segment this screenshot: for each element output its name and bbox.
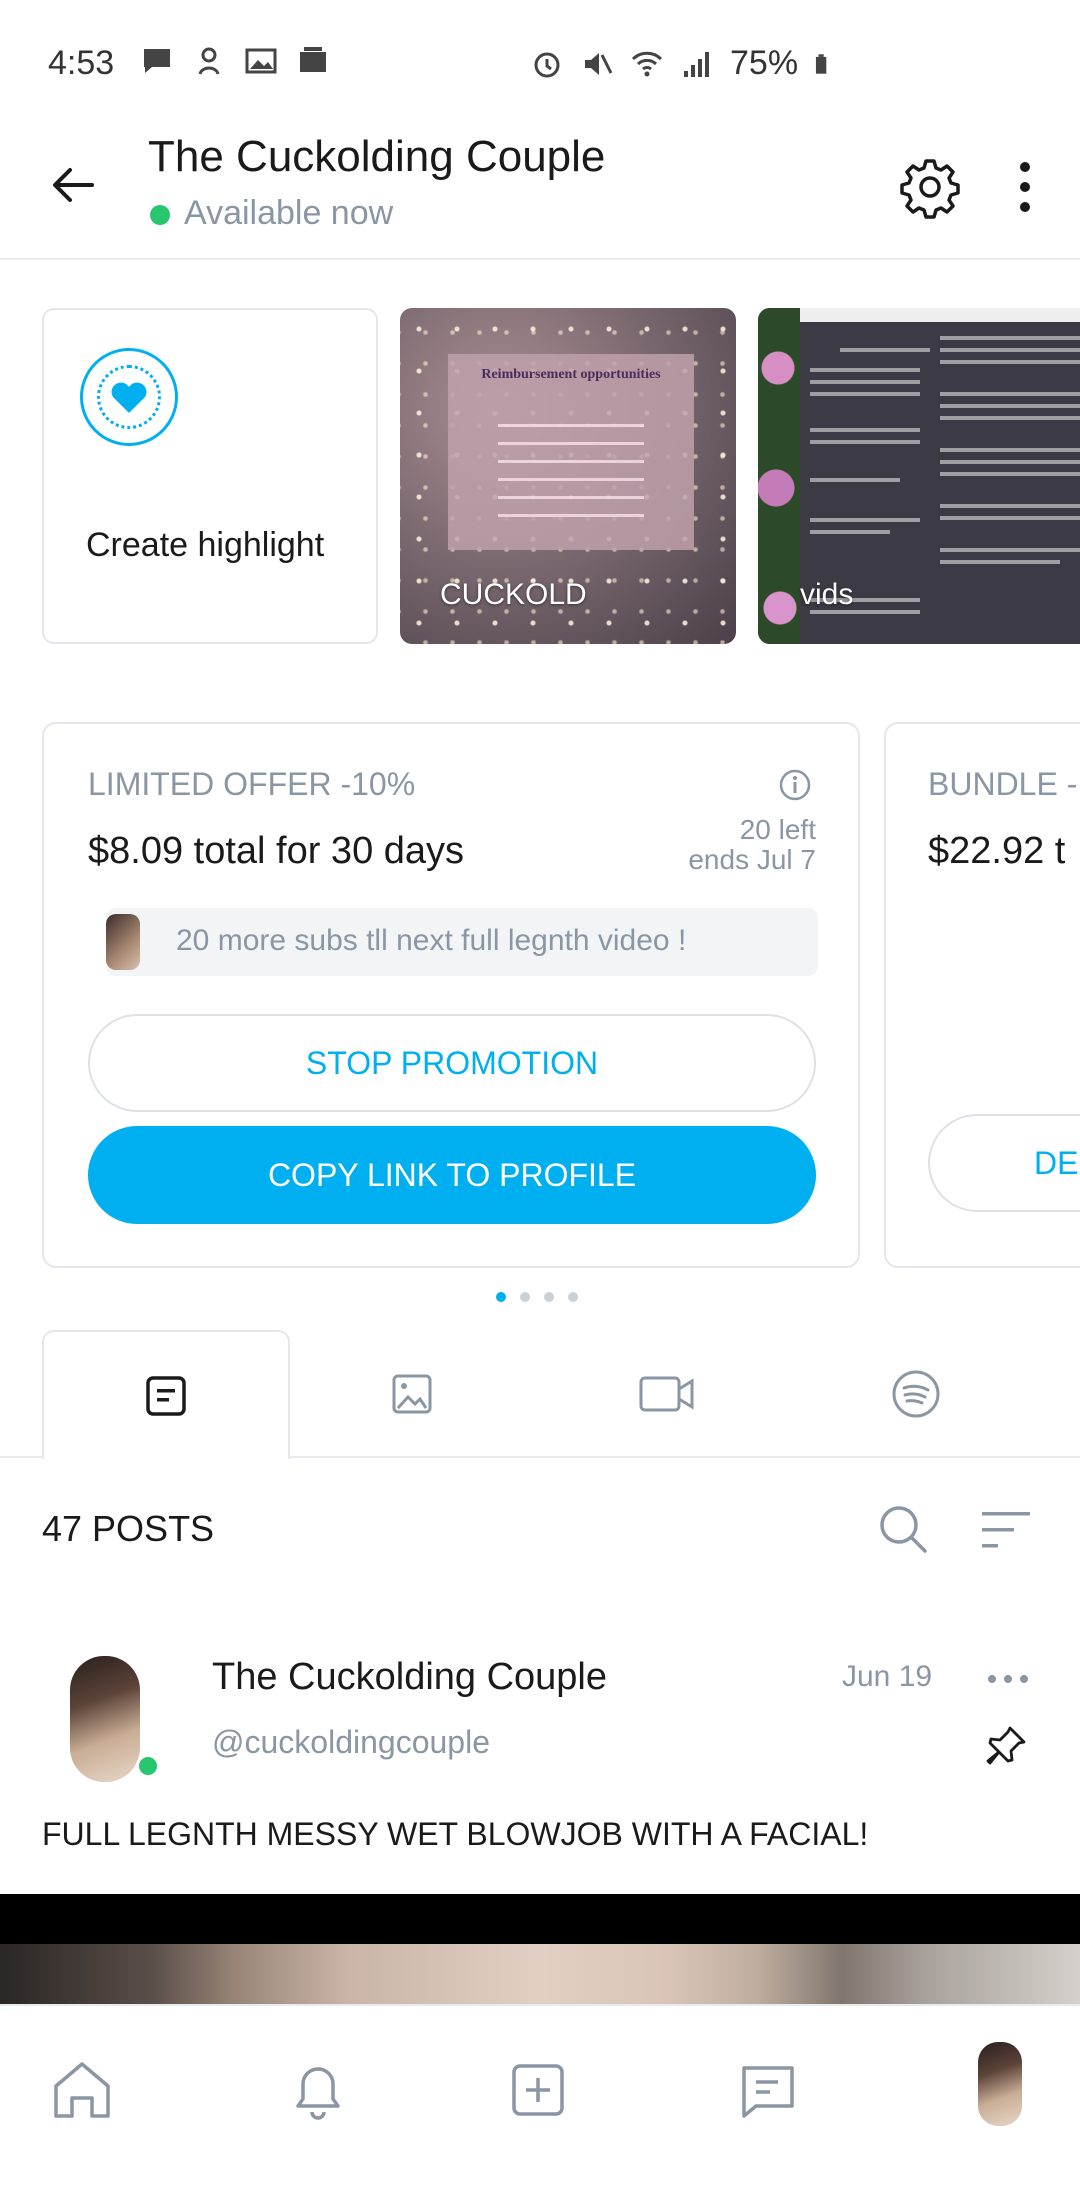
pagination-dot[interactable] (568, 1292, 578, 1302)
signal-icon (684, 51, 709, 77)
highlights-row: Create highlight Reimbursement opportuni… (42, 308, 1080, 644)
availability-status: Available now (184, 194, 394, 232)
post-more-icon[interactable] (984, 1664, 1032, 1694)
avatar (106, 914, 140, 970)
create-highlight-icon (80, 348, 178, 446)
wifi-icon (631, 51, 663, 76)
post-text: FULL LEGNTH MESSY WET BLOWJOB WITH A FAC… (42, 1816, 869, 1852)
highlight-cuckold[interactable]: Reimbursement opportunities CUCKOLD (400, 308, 736, 644)
tab-photos[interactable] (290, 1330, 538, 1458)
search-icon[interactable] (876, 1502, 930, 1556)
highlight-label: CUCKOLD (440, 578, 587, 611)
post-author-avatar[interactable] (70, 1656, 140, 1782)
offer-message: 20 more subs tll next full legnth video … (106, 908, 818, 976)
offer-message-text: 20 more subs tll next full legnth video … (176, 924, 687, 957)
status-time: 4:53 (48, 44, 115, 82)
limited-offer-card: LIMITED OFFER -10% $8.09 total for 30 da… (42, 722, 860, 1268)
online-status-dot (150, 205, 170, 225)
sort-icon[interactable] (980, 1508, 1032, 1552)
audio-icon (892, 1370, 940, 1418)
settings-gear-icon[interactable] (898, 155, 962, 219)
pagination-dot[interactable] (496, 1292, 506, 1302)
bundle-offer-card[interactable]: BUNDLE - $22.92 t DE (884, 722, 1080, 1268)
content-tabs (0, 1330, 1080, 1460)
offer-title: LIMITED OFFER -10% (88, 766, 416, 802)
back-arrow-icon[interactable] (44, 155, 104, 215)
notification-icons (140, 44, 330, 78)
pin-icon[interactable] (984, 1724, 1028, 1768)
post-author-handle[interactable]: @cuckoldingcouple (212, 1724, 490, 1761)
bundle-button[interactable]: DE (928, 1114, 1080, 1212)
chat-notification-icon (144, 49, 170, 73)
post-media[interactable] (0, 1894, 1080, 2004)
heart-icon (111, 382, 147, 413)
system-status-icons: 75% (530, 44, 836, 83)
battery-icon (816, 53, 827, 74)
posts-count: 47 POSTS (42, 1508, 215, 1549)
create-highlight-label: Create highlight (86, 526, 325, 564)
pagination-dot[interactable] (544, 1292, 554, 1302)
page-title: The Cuckolding Couple (148, 132, 606, 181)
highlight-label: vids (800, 578, 854, 611)
carousel-pagination (496, 1292, 578, 1302)
highlight-poster-title: Reimbursement opportunities (481, 367, 661, 382)
offer-price: $8.09 total for 30 days (88, 830, 465, 872)
messages-icon[interactable] (732, 2054, 804, 2126)
tab-videos[interactable] (538, 1330, 786, 1458)
highlight-vids[interactable]: vids (758, 308, 1080, 644)
info-icon[interactable] (778, 768, 812, 802)
gallery-notification-icon (245, 48, 277, 74)
add-post-icon[interactable] (502, 2054, 574, 2126)
bundle-price: $22.92 t (928, 830, 1066, 872)
more-options-icon[interactable] (1000, 155, 1050, 219)
bottom-navigation (0, 2004, 1080, 2194)
tab-posts[interactable] (42, 1330, 290, 1460)
media-notification-icon (300, 47, 326, 72)
bell-icon[interactable] (282, 2054, 354, 2126)
post-author-name[interactable]: The Cuckolding Couple (212, 1656, 607, 1699)
profile-header: The Cuckolding Couple Available now (0, 110, 1080, 260)
offer-end-date: ends Jul 7 (688, 844, 816, 875)
offer-remaining: 20 left (739, 814, 816, 845)
photo-icon (392, 1374, 432, 1414)
highlight-poster: Reimbursement opportunities (448, 354, 694, 550)
copy-link-button[interactable]: COPY LINK TO PROFILE (88, 1126, 816, 1224)
video-icon (639, 1376, 694, 1412)
home-icon[interactable] (46, 2054, 118, 2126)
stop-promotion-button[interactable]: STOP PROMOTION (88, 1014, 816, 1112)
battery-percent: 75% (730, 44, 799, 82)
posts-icon (146, 1376, 186, 1416)
alarm-icon (534, 52, 560, 77)
app-notification-icon (198, 47, 220, 75)
create-highlight-button[interactable]: Create highlight (42, 308, 378, 644)
tab-audio[interactable] (786, 1330, 1034, 1458)
mute-icon (585, 52, 613, 75)
bundle-title: BUNDLE - (928, 766, 1078, 802)
pagination-dot[interactable] (520, 1292, 530, 1302)
post-date: Jun 19 (842, 1660, 933, 1693)
online-status-dot (136, 1754, 160, 1778)
profile-avatar[interactable] (978, 2042, 1022, 2126)
